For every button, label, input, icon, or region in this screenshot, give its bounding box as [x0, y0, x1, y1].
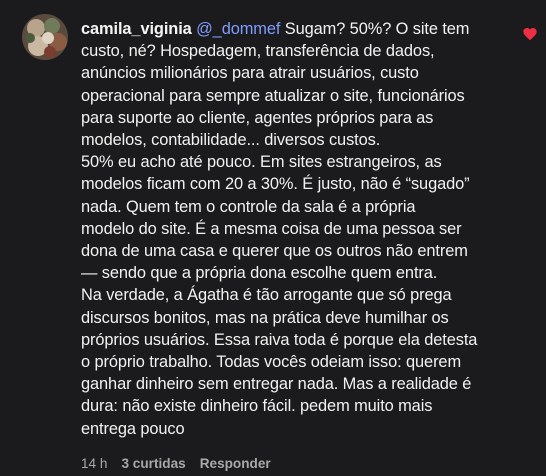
comment-text-line: o próprio trabalho. Todas vocês odeiam i… — [81, 353, 461, 372]
comment-text-line: Sugam? 50%? O site tem — [284, 20, 470, 38]
comment-text-line: modelo do site. É a mesma coisa de uma p… — [81, 219, 462, 238]
comment-text-line: operacional para sempre atualizar o site… — [81, 86, 465, 105]
comment-text-line: discursos bonitos, mas na prática deve h… — [81, 308, 449, 327]
mention-link[interactable]: @_dommef — [196, 20, 280, 38]
comment-text-line: entrega pouco — [81, 419, 185, 438]
comment-text-line: próprios usuários. Essa raiva toda é por… — [81, 330, 478, 349]
comment-text-line: Na verdade, a Ágatha é tão arrogante que… — [81, 286, 452, 305]
comment-timestamp: 14 h — [81, 456, 108, 471]
comment-footer: 14 h 3 curtidas Responder — [81, 456, 271, 471]
reply-button[interactable]: Responder — [200, 456, 271, 471]
comment-text-line: — sendo que a própria dona escolhe quem … — [81, 264, 438, 283]
comment-text-line: dura: não existe dinheiro fácil. pedem m… — [81, 397, 433, 416]
comment-text-line: 50% eu acho até pouco. Em sites estrange… — [81, 153, 442, 172]
avatar[interactable] — [22, 14, 68, 60]
comment-text-line: anúncios milionários para atrair usuário… — [81, 64, 419, 83]
comment-text-line: modelos, contabilidade... diversos custo… — [81, 131, 381, 150]
comment-text-line: nada. Quem tem o controle da sala é a pr… — [81, 197, 416, 216]
comment-body: camila_viginia @_dommef Sugam? 50%? O si… — [81, 18, 501, 440]
comment-text-line: modelos ficam com 20 a 30%. É justo, não… — [81, 175, 470, 194]
heart-icon[interactable] — [522, 26, 538, 42]
comment-text-line: custo, né? Hospedagem, transferência de … — [81, 42, 435, 61]
comment-text-line: para suporte ao cliente, agentes próprio… — [81, 108, 434, 127]
comment-text-line: ganhar dinheiro sem entregar nada. Mas a… — [81, 375, 472, 394]
likes-count-button[interactable]: 3 curtidas — [121, 456, 185, 471]
comment-first-line: camila_viginia @_dommef Sugam? 50%? O si… — [81, 18, 501, 40]
comment-text-line: dona de uma casa e querer que os outros … — [81, 242, 468, 261]
comment-username[interactable]: camila_viginia — [81, 20, 192, 38]
